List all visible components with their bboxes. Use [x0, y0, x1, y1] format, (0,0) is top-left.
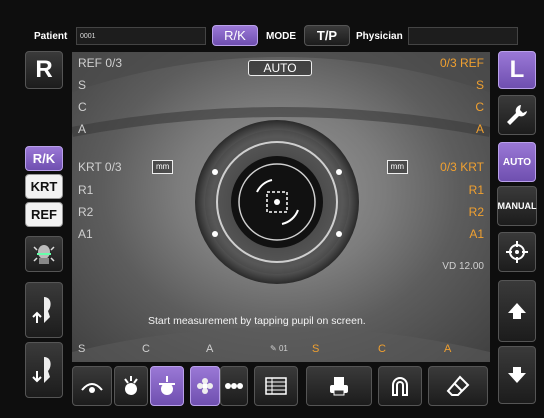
mode-label: MODE [266, 30, 296, 42]
krt-left-r2: R2 [78, 205, 94, 219]
chin-down-button[interactable] [25, 342, 63, 398]
led-off-button[interactable] [114, 366, 148, 406]
ref-right-c: C [475, 100, 484, 114]
krt-right-a1: A1 [469, 227, 484, 241]
ref-right-title: 0/3 REF [439, 56, 484, 70]
patient-label: Patient [34, 30, 68, 42]
mode-tp-button[interactable]: T/P [304, 25, 350, 46]
wrench-icon [507, 105, 527, 125]
chinrest-button[interactable] [25, 236, 63, 272]
image-mode-button-1[interactable] [190, 366, 220, 406]
bottom-left-a: A [206, 343, 214, 355]
tab-rk[interactable]: R/K [25, 146, 63, 171]
ref-left-title: REF 0/3 [78, 56, 123, 70]
data-table-button[interactable] [254, 366, 298, 406]
up-arrow-icon [508, 303, 526, 319]
tools-button[interactable] [498, 95, 536, 135]
ref-right-a: A [475, 122, 484, 136]
chin-down-icon [32, 357, 51, 383]
krt-left-unit[interactable]: mm [152, 160, 174, 174]
krt-left-r1: R1 [78, 183, 94, 197]
down-arrow-icon [508, 367, 526, 383]
right-eye-button[interactable]: R [25, 51, 63, 89]
eye-light-active-icon [159, 376, 175, 395]
manual-mode-button[interactable]: MANUAL [497, 186, 537, 226]
crosshair-icon [506, 241, 528, 263]
ref-left-c: C [78, 100, 87, 114]
tab-ref[interactable]: REF [25, 202, 63, 227]
face-scan-icon [33, 245, 55, 264]
bottom-left-s: S [78, 343, 86, 355]
image-mode-button-2[interactable] [220, 366, 248, 406]
up-button[interactable] [498, 280, 536, 342]
ref-left-a: A [78, 122, 87, 136]
bottom-right-a: A [444, 343, 452, 355]
auto-badge: AUTO [248, 60, 312, 76]
bottom-mid-count: ✎ 01 [270, 344, 288, 353]
printer-icon [330, 377, 348, 396]
memory-button[interactable] [378, 366, 422, 406]
eye-camera-view[interactable]: AUTO REF 0/3 S C A 0/3 REF S C A KRT 0/3… [72, 52, 490, 362]
krt-right-title: 0/3 KRT [440, 160, 484, 174]
clear-button[interactable] [428, 366, 488, 406]
krt-right-r1: R1 [468, 183, 484, 197]
ref-right-s: S [475, 78, 484, 92]
mode-rk-button[interactable]: R/K [212, 25, 258, 46]
krt-left-title: KRT 0/3 [78, 160, 122, 174]
instruction-text: Start measurement by tapping pupil on sc… [148, 315, 366, 327]
physician-field[interactable] [408, 27, 518, 45]
patient-id-field[interactable]: 0001 [76, 27, 206, 45]
down-button[interactable] [498, 346, 536, 404]
chin-up-button[interactable] [25, 282, 63, 338]
print-button[interactable] [306, 366, 372, 406]
krt-right-r2: R2 [468, 205, 484, 219]
target-button[interactable] [498, 232, 536, 272]
bottom-right-c: C [378, 343, 386, 355]
left-eye-button[interactable]: L [498, 51, 536, 89]
eraser-icon [446, 375, 470, 396]
vertex-distance: VD 12.00 [442, 261, 484, 272]
tab-krt[interactable]: KRT [25, 174, 63, 199]
pen-icon: ✎ [270, 344, 277, 353]
flower-icon [197, 378, 213, 394]
krt-left-a1: A1 [78, 227, 93, 241]
krt-right-unit[interactable]: mm [386, 160, 408, 174]
magnet-icon [392, 377, 408, 396]
led-on-button[interactable] [150, 366, 184, 406]
bottom-left-c: C [142, 343, 150, 355]
bottom-right-s: S [312, 343, 320, 355]
dots-pattern-icon [225, 383, 243, 389]
eye-open-icon [81, 383, 103, 393]
auto-mode-button[interactable]: AUTO [498, 142, 536, 182]
eye-open-button[interactable] [72, 366, 112, 406]
physician-label: Physician [356, 30, 403, 42]
eye-light-icon [124, 376, 138, 395]
chin-up-icon [32, 297, 51, 323]
ref-left-s: S [78, 78, 87, 92]
table-icon [265, 377, 287, 395]
